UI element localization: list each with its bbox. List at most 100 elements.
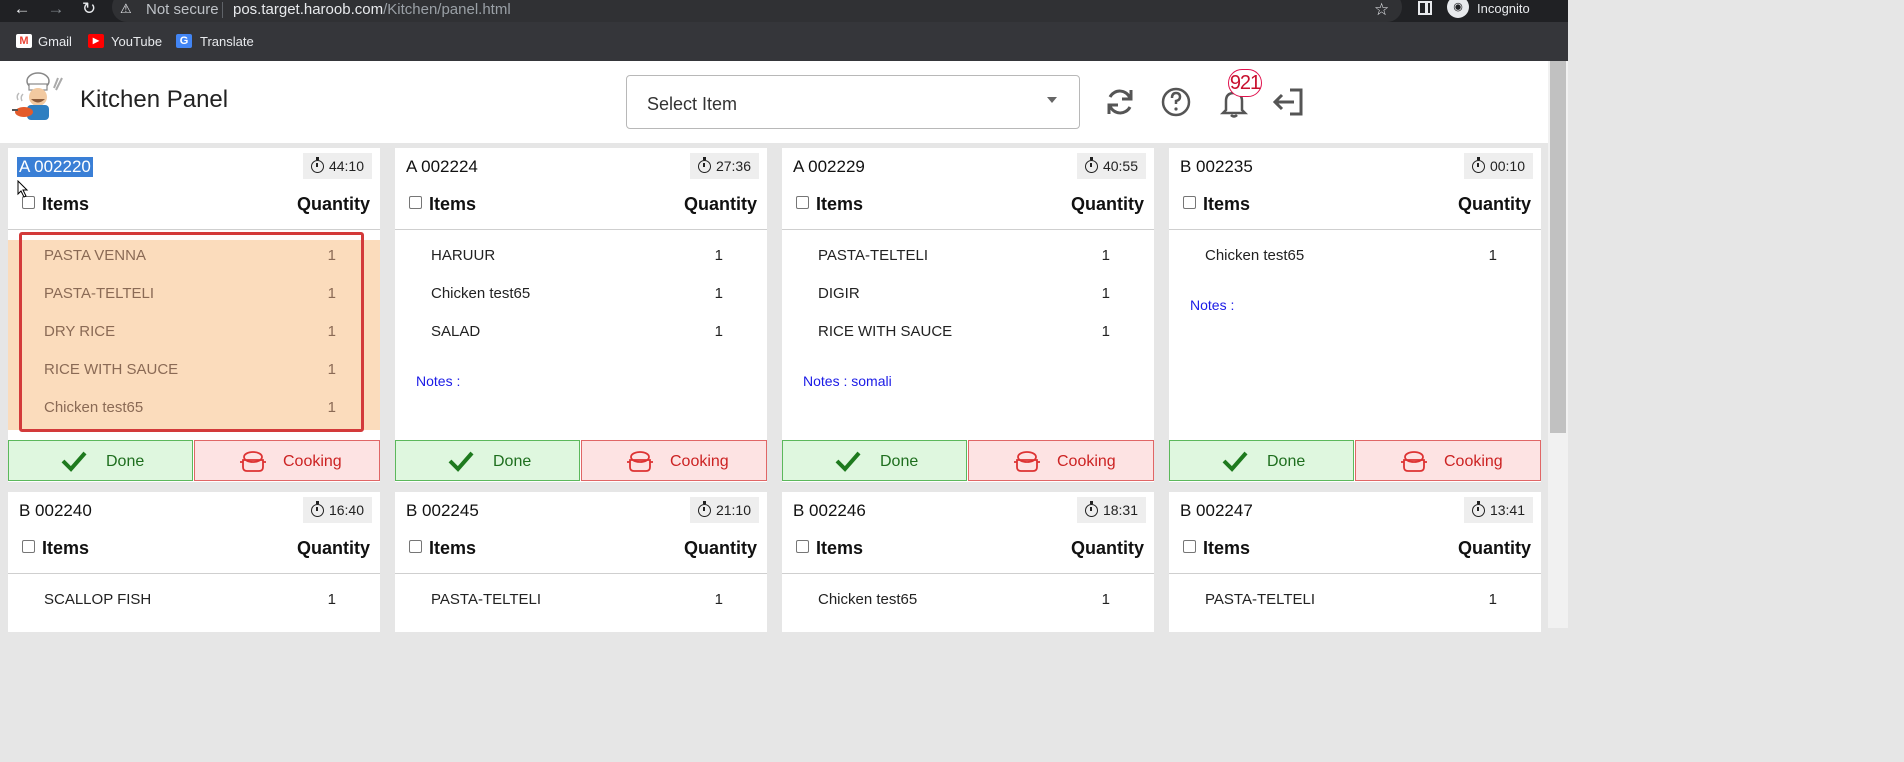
order-timer-value: 21:10 — [715, 502, 751, 518]
mouse-cursor-icon — [17, 180, 29, 198]
scrollbar-thumb[interactable] — [1550, 61, 1566, 433]
refresh-icon[interactable] — [1104, 86, 1136, 118]
incognito-label[interactable]: Incognito — [1477, 1, 1530, 16]
order-timer: 18:31 — [1076, 497, 1146, 523]
order-card: A 002229 40:55 Items Quantity PASTA-TELTELI 1… — [782, 148, 1154, 482]
order-item-name: SCALLOP FISH — [44, 591, 152, 608]
order-item-row[interactable]: PASTA-TELTELI 1 — [395, 575, 767, 613]
cooking-button[interactable]: Cooking — [1355, 440, 1541, 481]
bookmark-youtube[interactable]: YouTube — [111, 34, 162, 49]
order-item-row[interactable]: Chicken test65 1 — [782, 575, 1154, 613]
select-all-checkbox[interactable] — [409, 540, 422, 553]
reload-icon[interactable]: ↻ — [79, 0, 99, 20]
select-all-checkbox[interactable] — [796, 540, 809, 553]
address-separator — [222, 2, 223, 18]
order-card-header: B 002247 13:41 Items Quantity — [1169, 492, 1541, 574]
done-button[interactable]: Done — [8, 440, 193, 481]
done-button-label: Done — [493, 453, 532, 470]
cooking-button[interactable]: Cooking — [581, 440, 767, 481]
order-card-header: B 002235 00:10 Items Quantity — [1169, 148, 1541, 230]
order-item-row[interactable]: DIGIR 1 — [782, 269, 1154, 307]
youtube-icon: ▶ — [88, 34, 104, 48]
order-item-name: Chicken test65 — [1205, 247, 1305, 264]
order-notes: Notes : — [416, 373, 461, 389]
stopwatch-icon — [310, 157, 324, 173]
order-notes: Notes : — [1190, 297, 1235, 313]
bookmark-translate[interactable]: Translate — [200, 34, 254, 49]
order-item-qty: 1 — [1101, 591, 1110, 608]
order-card: A 002220 44:10 Items Quantity PASTA VENNA 1 PA… — [8, 148, 380, 482]
not-secure-label[interactable]: Not secure — [146, 1, 219, 18]
items-column-header: Items — [1203, 194, 1251, 214]
bookmark-gmail[interactable]: Gmail — [38, 34, 72, 49]
forward-icon[interactable]: → — [46, 0, 66, 20]
select-all-checkbox[interactable] — [796, 196, 809, 209]
items-column-header: Items — [1203, 538, 1251, 558]
side-panel-icon[interactable] — [1418, 1, 1432, 15]
items-column-header: Items — [816, 194, 864, 214]
items-list: Chicken test65 1 — [782, 575, 1154, 613]
logout-icon[interactable] — [1272, 86, 1304, 118]
stopwatch-icon — [1471, 501, 1485, 517]
order-item-name: SALAD — [431, 323, 481, 340]
order-item-row[interactable]: Chicken test65 1 — [395, 269, 767, 307]
cooking-button[interactable]: Cooking — [968, 440, 1154, 481]
select-all-checkbox[interactable] — [1183, 540, 1196, 553]
order-item-row[interactable]: SALAD 1 — [395, 307, 767, 345]
order-card-header: A 002220 44:10 Items Quantity — [8, 148, 380, 230]
order-card: A 002224 27:36 Items Quantity HARUUR 1 Chicken… — [395, 148, 767, 482]
back-icon[interactable]: ← — [12, 0, 32, 20]
items-list: PASTA-TELTELI 1 DIGIR 1 RICE WITH SAUCE 1 — [782, 231, 1154, 345]
items-column-header: Items — [42, 538, 90, 558]
order-timer-value: 00:10 — [1489, 158, 1525, 174]
items-column-header: Items — [816, 538, 864, 558]
done-button[interactable]: Done — [1169, 440, 1354, 481]
cooking-pot-icon — [1014, 451, 1040, 472]
select-all-checkbox[interactable] — [22, 540, 35, 553]
cooking-button-label: Cooking — [670, 453, 729, 470]
order-ticket-number: B 002240 — [19, 501, 92, 520]
order-item-row[interactable]: SCALLOP FISH 1 — [8, 575, 380, 613]
order-item-row[interactable]: HARUUR 1 — [395, 231, 767, 269]
order-item-qty: 1 — [1488, 591, 1497, 608]
quantity-column-header: Quantity — [683, 194, 757, 214]
order-item-row[interactable]: RICE WITH SAUCE 1 — [782, 307, 1154, 345]
items-list: SCALLOP FISH 1 — [8, 575, 380, 613]
order-card: B 002240 16:40 Items Quantity SCALLOP FISH 1 — [8, 492, 380, 632]
order-item-qty: 1 — [1101, 323, 1110, 340]
quantity-column-header: Quantity — [1070, 538, 1144, 558]
chevron-down-icon — [1047, 97, 1057, 103]
incognito-icon[interactable]: ◉ — [1447, 0, 1469, 18]
item-select[interactable]: Select Item — [626, 75, 1080, 129]
order-item-name: HARUUR — [431, 247, 496, 264]
select-all-checkbox[interactable] — [1183, 196, 1196, 209]
items-list: PASTA-TELTELI 1 — [395, 575, 767, 613]
order-item-name: PASTA-TELTELI — [1205, 591, 1316, 608]
selection-outline — [19, 232, 364, 432]
items-list: HARUUR 1 Chicken test65 1 SALAD 1 — [395, 231, 767, 345]
order-item-row[interactable]: PASTA-TELTELI 1 — [782, 231, 1154, 269]
warning-icon[interactable]: ⚠ — [120, 1, 132, 17]
page-scrollbar[interactable] — [1548, 61, 1568, 628]
quantity-column-header: Quantity — [1457, 538, 1531, 558]
help-icon[interactable] — [1160, 86, 1192, 118]
done-button[interactable]: Done — [395, 440, 580, 481]
done-button[interactable]: Done — [782, 440, 967, 481]
checkmark-icon — [835, 451, 861, 472]
checkmark-icon — [1222, 451, 1248, 472]
order-item-row[interactable]: Chicken test65 1 — [1169, 231, 1541, 269]
order-ticket-number: A 002224 — [406, 157, 478, 176]
order-card-header: B 002240 16:40 Items Quantity — [8, 492, 380, 574]
order-item-qty: 1 — [1101, 247, 1110, 264]
order-timer: 44:10 — [302, 153, 372, 179]
order-timer-value: 40:55 — [1102, 158, 1138, 174]
cooking-button[interactable]: Cooking — [194, 440, 380, 481]
order-item-row[interactable]: PASTA-TELTELI 1 — [1169, 575, 1541, 613]
url-text[interactable]: pos.target.haroob.com/Kitchen/panel.html — [233, 1, 511, 18]
bookmark-star-icon[interactable]: ☆ — [1374, 0, 1389, 20]
gmail-icon: M — [16, 34, 32, 48]
done-button-label: Done — [1267, 453, 1306, 470]
select-all-checkbox[interactable] — [409, 196, 422, 209]
cooking-pot-icon — [240, 451, 266, 472]
order-card: B 002245 21:10 Items Quantity PASTA-TELTELI 1 — [395, 492, 767, 632]
